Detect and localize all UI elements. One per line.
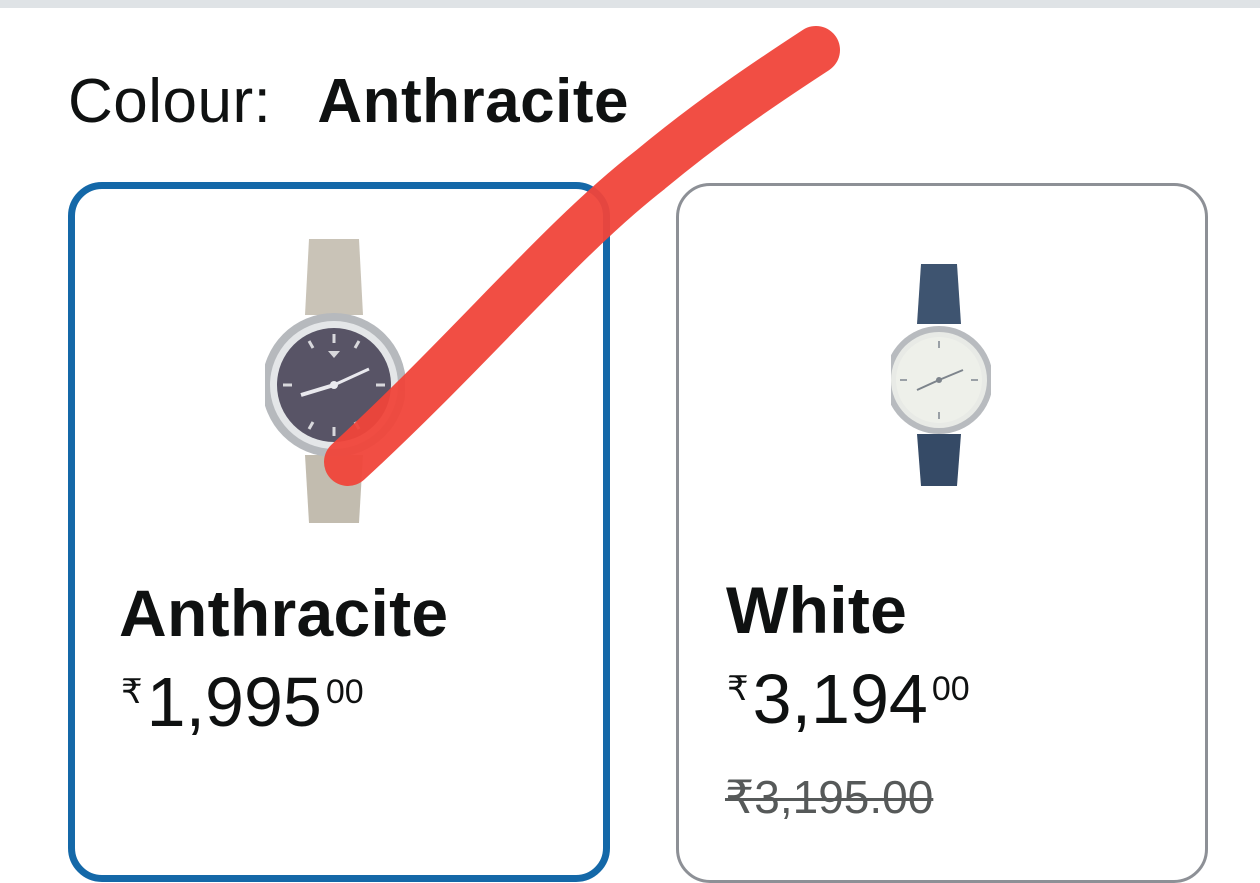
price-whole: 1,995 <box>146 663 322 741</box>
swatch-price-anthracite: ₹ 1,995 00 <box>121 667 364 737</box>
price-whole: 3,194 <box>752 660 928 738</box>
selected-colour-value: Anthracite <box>317 67 629 136</box>
price-currency-symbol: ₹ <box>121 673 143 711</box>
watch-image-anthracite <box>265 239 405 523</box>
top-divider-strip <box>0 0 1260 8</box>
swatch-name-white: White <box>726 573 908 647</box>
price-fraction: 00 <box>931 670 970 708</box>
list-price-strikethrough: ₹3,195.00 <box>725 771 934 823</box>
colour-label: Colour: <box>68 67 272 136</box>
price-fraction: 00 <box>325 673 364 711</box>
colour-selector-header: Colour: Anthracite <box>68 66 629 146</box>
watch-image-white <box>891 264 991 486</box>
colour-swatch-white[interactable]: White ₹ 3,194 00 ₹3,195.00 <box>676 183 1208 883</box>
price-currency-symbol: ₹ <box>727 670 749 708</box>
swatch-name-anthracite: Anthracite <box>119 576 449 650</box>
swatch-price-white: ₹ 3,194 00 <box>727 664 970 734</box>
colour-swatch-anthracite[interactable]: Anthracite ₹ 1,995 00 <box>68 182 610 882</box>
